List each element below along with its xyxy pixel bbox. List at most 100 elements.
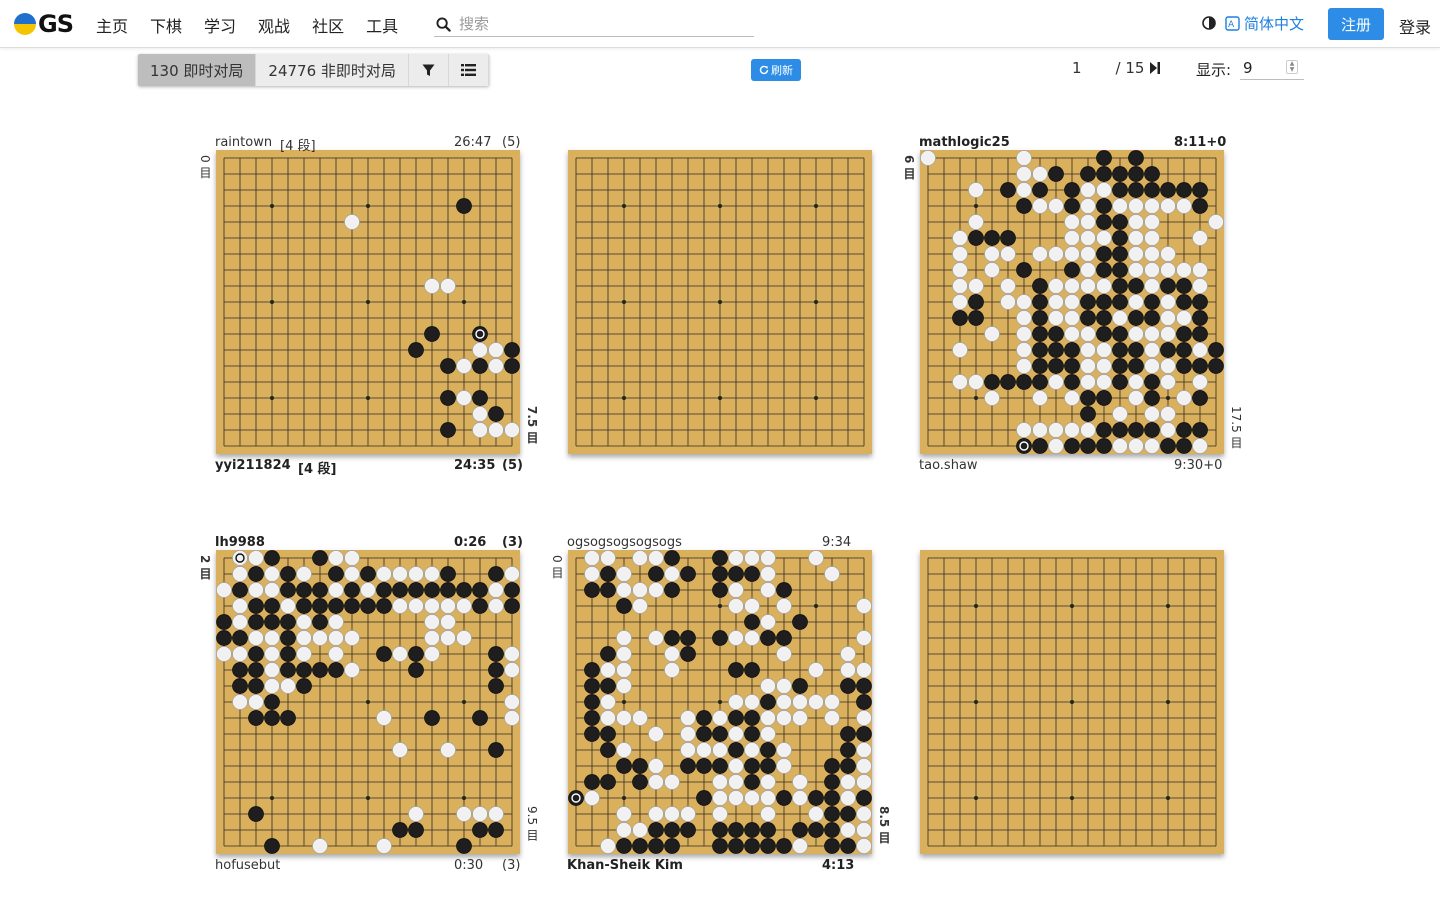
star-point: [366, 796, 370, 800]
tab-live-games[interactable]: 130 即时对局: [138, 54, 257, 86]
filter-button[interactable]: [408, 54, 449, 86]
black-stone: [1128, 422, 1144, 438]
white-stone: [344, 214, 360, 230]
black-stone: [264, 838, 280, 854]
black-stone: [488, 742, 504, 758]
language-selector[interactable]: A 简体中文: [1225, 13, 1304, 34]
nav-item-home[interactable]: 主页: [96, 13, 128, 37]
white-stone: [840, 790, 856, 806]
black-stone: [376, 646, 392, 662]
black-stone: [600, 646, 616, 662]
ogs-logo[interactable]: GS: [14, 10, 74, 38]
black-stone: [696, 726, 712, 742]
black-stone: [1192, 422, 1208, 438]
white-stone: [1064, 278, 1080, 294]
list-view-button[interactable]: [448, 54, 489, 86]
black-stone: [760, 758, 776, 774]
show-count-input[interactable]: 9 ▲ ▼: [1240, 56, 1304, 80]
black-stone: [344, 598, 360, 614]
black-stone: [1048, 358, 1064, 374]
game-board[interactable]: [920, 550, 1224, 854]
black-stone: [248, 614, 264, 630]
white-stone: [856, 662, 872, 678]
white-stone: [1112, 438, 1128, 454]
white-stone: [1192, 230, 1208, 246]
white-stone: [392, 598, 408, 614]
black-stone: [600, 774, 616, 790]
black-stone: [296, 582, 312, 598]
black-stone: [1144, 310, 1160, 326]
white-stone: [1160, 262, 1176, 278]
white-stone: [824, 566, 840, 582]
game-board[interactable]: [920, 150, 1224, 454]
page-current-input[interactable]: 1: [1072, 59, 1082, 77]
black-stone: [648, 822, 664, 838]
star-point: [366, 204, 370, 208]
black-stone: [424, 582, 440, 598]
white-stone: [776, 710, 792, 726]
black-stone: [280, 630, 296, 646]
white-stone: [616, 710, 632, 726]
black-stone: [248, 806, 264, 822]
nav-item-watch[interactable]: 观战: [258, 13, 290, 37]
top-player-score: 0 目: [550, 555, 564, 579]
black-stone: [1160, 438, 1176, 454]
black-stone: [584, 694, 600, 710]
white-stone: [1144, 358, 1160, 374]
nav-item-learn[interactable]: 学习: [204, 13, 236, 37]
top-nav: GS 主页 下棋 学习 观战 社区 工具 A 简体中文 注册 登录: [0, 0, 1440, 48]
bottom-player-rank: [4 段]: [298, 462, 337, 477]
tab-correspondence-games[interactable]: 24776 非即时对局: [256, 54, 409, 86]
white-stone: [264, 630, 280, 646]
last-page-icon[interactable]: [1150, 62, 1161, 74]
logo-icon: [14, 13, 36, 35]
nav-item-play[interactable]: 下棋: [150, 13, 182, 37]
black-stone: [680, 822, 696, 838]
theme-toggle-icon[interactable]: [1202, 16, 1216, 30]
white-stone: [664, 566, 680, 582]
white-stone: [744, 742, 760, 758]
black-stone: [744, 710, 760, 726]
white-stone: [616, 678, 632, 694]
white-stone: [648, 726, 664, 742]
nav-item-community[interactable]: 社区: [312, 13, 344, 37]
black-stone: [488, 406, 504, 422]
white-stone: [344, 662, 360, 678]
black-stone: [856, 694, 872, 710]
star-point: [974, 700, 978, 704]
game-board[interactable]: [216, 150, 520, 454]
star-point: [462, 796, 466, 800]
white-stone: [1032, 166, 1048, 182]
black-stone: [664, 630, 680, 646]
black-stone: [616, 598, 632, 614]
spinner-arrows-icon[interactable]: ▲ ▼: [1286, 60, 1298, 74]
white-stone: [728, 774, 744, 790]
black-stone: [600, 566, 616, 582]
nav-item-tools[interactable]: 工具: [366, 13, 398, 37]
game-board[interactable]: [568, 150, 872, 454]
white-stone: [376, 566, 392, 582]
game-board[interactable]: [216, 550, 520, 854]
star-point: [974, 796, 978, 800]
black-stone: [1144, 422, 1160, 438]
black-stone: [584, 774, 600, 790]
white-stone: [472, 422, 488, 438]
white-stone: [776, 646, 792, 662]
search-input[interactable]: [457, 14, 737, 34]
white-stone: [296, 614, 312, 630]
black-stone: [776, 838, 792, 854]
white-stone: [440, 742, 456, 758]
white-stone: [856, 598, 872, 614]
translate-icon: A: [1225, 16, 1240, 31]
login-link[interactable]: 登录: [1399, 14, 1431, 38]
refresh-button[interactable]: 刷新: [751, 59, 801, 81]
list-icon: [460, 64, 476, 76]
game-board[interactable]: [568, 550, 872, 854]
black-stone: [392, 822, 408, 838]
white-stone: [824, 694, 840, 710]
board-grid: [927, 557, 1217, 847]
signup-button[interactable]: 注册: [1328, 8, 1384, 40]
black-stone: [1064, 198, 1080, 214]
white-stone: [1000, 278, 1016, 294]
black-stone: [824, 806, 840, 822]
